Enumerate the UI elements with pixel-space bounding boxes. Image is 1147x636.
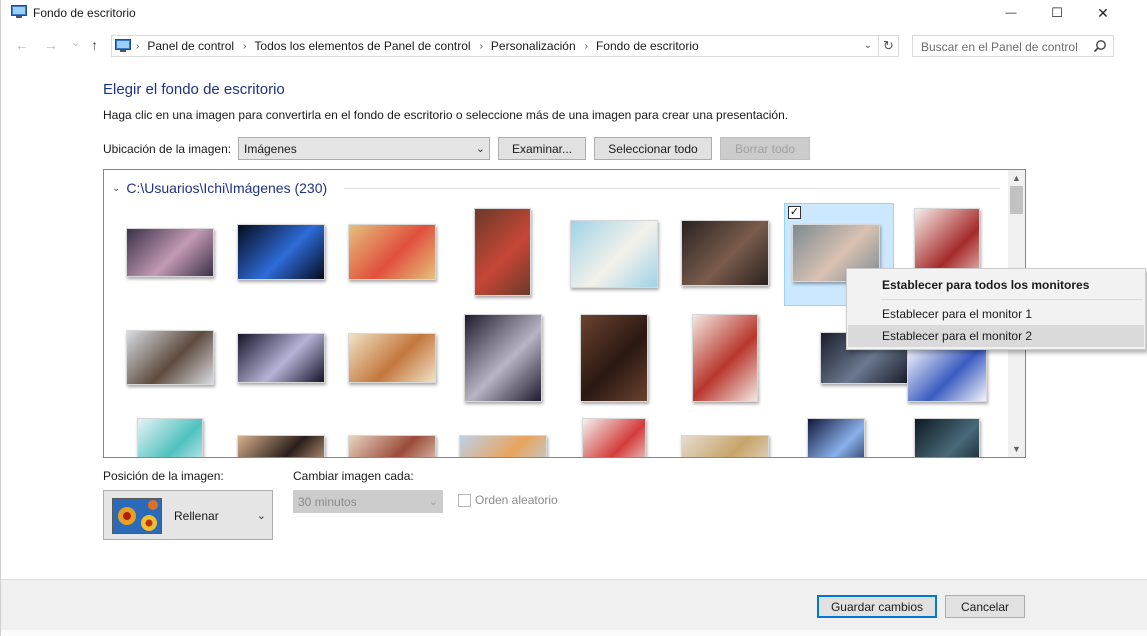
checkmark-icon: ✓ bbox=[789, 206, 800, 218]
wallpaper-thumbnail[interactable] bbox=[807, 418, 865, 457]
search-box[interactable]: Buscar en el Panel de control bbox=[912, 35, 1114, 57]
desktop-background-window: Fondo de escritorio — ☐ ✕ ← → ⌄ ↑ › Pane… bbox=[0, 0, 1147, 636]
breadcrumb-item[interactable]: Panel de control bbox=[147, 39, 234, 53]
title-bar: Fondo de escritorio — ☐ ✕ bbox=[1, 0, 1147, 26]
location-select[interactable]: Imágenes ⌄ bbox=[238, 137, 490, 160]
wallpaper-thumbnail[interactable] bbox=[237, 224, 325, 280]
breadcrumb-item[interactable]: Fondo de escritorio bbox=[596, 39, 699, 53]
recent-locations-button[interactable]: ⌄ bbox=[71, 36, 80, 49]
address-dropdown-button[interactable]: ⌄ bbox=[860, 38, 876, 54]
shuffle-label: Orden aleatorio bbox=[475, 493, 558, 507]
chevron-down-icon: ⌄ bbox=[475, 143, 485, 155]
up-button[interactable]: ↑ bbox=[91, 37, 98, 53]
close-icon: ✕ bbox=[1097, 4, 1109, 21]
context-menu: Establecer para todos los monitores Esta… bbox=[846, 268, 1146, 350]
chevron-down-icon: ⌄ bbox=[428, 496, 438, 508]
control-panel-icon bbox=[115, 39, 131, 53]
wallpaper-thumbnail[interactable] bbox=[126, 330, 214, 385]
scroll-down-icon[interactable]: ▼ bbox=[1008, 441, 1025, 457]
menu-separator bbox=[881, 299, 1143, 300]
minimize-button[interactable]: — bbox=[988, 0, 1034, 26]
window-bottom-edge bbox=[1, 630, 1147, 636]
position-label: Posición de la imagen: bbox=[103, 469, 224, 483]
interval-label: Cambiar imagen cada: bbox=[293, 469, 414, 483]
wallpaper-thumbnail[interactable] bbox=[692, 314, 758, 402]
group-title: C:\Usuarios\Ichi\Imágenes (230) bbox=[126, 180, 328, 196]
breadcrumb: › Panel de control › Todos los elementos… bbox=[136, 39, 699, 53]
browse-button[interactable]: Examinar... bbox=[498, 137, 586, 160]
wallpaper-thumbnail[interactable] bbox=[348, 224, 436, 280]
menu-item-all-monitors[interactable]: Establecer para todos los monitores bbox=[848, 274, 1144, 296]
group-divider bbox=[344, 188, 1000, 189]
wallpaper-thumbnail[interactable] bbox=[137, 418, 203, 457]
cancel-button[interactable]: Cancelar bbox=[945, 595, 1025, 618]
chevron-down-icon: ⌄ bbox=[112, 182, 121, 194]
chevron-down-icon: ⌄ bbox=[863, 40, 873, 51]
page-description: Haga clic en una imagen para convertirla… bbox=[103, 108, 789, 122]
menu-item-monitor-1[interactable]: Establecer para el monitor 1 bbox=[848, 303, 1144, 325]
forward-button[interactable]: → bbox=[44, 37, 58, 53]
breadcrumb-separator-icon[interactable]: › bbox=[243, 41, 246, 52]
position-value: Rellenar bbox=[174, 509, 219, 523]
save-changes-button[interactable]: Guardar cambios bbox=[817, 595, 937, 618]
scrollbar-thumb[interactable] bbox=[1010, 186, 1023, 214]
breadcrumb-item[interactable]: Todos los elementos de Panel de control bbox=[254, 39, 470, 53]
chevron-down-icon: ⌄ bbox=[256, 510, 266, 522]
thumbnail-checkbox[interactable]: ✓ bbox=[788, 206, 801, 219]
wallpaper-thumbnail[interactable] bbox=[474, 208, 531, 296]
back-button[interactable]: ← bbox=[15, 37, 29, 53]
search-input[interactable]: Buscar en el Panel de control bbox=[921, 40, 1078, 54]
search-icon[interactable] bbox=[1093, 39, 1107, 53]
wallpaper-thumbnail[interactable] bbox=[126, 228, 214, 277]
refresh-button[interactable]: ↻ bbox=[879, 35, 899, 57]
group-header[interactable]: ⌄ C:\Usuarios\Ichi\Imágenes (230) bbox=[112, 180, 327, 196]
wallpaper-thumbnail[interactable] bbox=[681, 435, 769, 457]
shuffle-checkbox[interactable] bbox=[458, 494, 471, 507]
forward-arrow-icon: → bbox=[44, 37, 58, 53]
select-all-button[interactable]: Seleccionar todo bbox=[594, 137, 712, 160]
location-label: Ubicación de la imagen: bbox=[103, 142, 232, 156]
navigation-bar: ← → ⌄ ↑ › Panel de control › Todos los e… bbox=[1, 32, 1147, 60]
menu-item-monitor-2[interactable]: Establecer para el monitor 2 bbox=[848, 325, 1144, 347]
location-value: Imágenes bbox=[244, 142, 297, 156]
refresh-icon: ↻ bbox=[883, 38, 894, 53]
chevron-down-icon: ⌄ bbox=[71, 37, 81, 49]
wallpaper-thumbnail[interactable] bbox=[459, 435, 547, 457]
wallpaper-thumbnail[interactable] bbox=[582, 418, 646, 457]
position-select[interactable]: Rellenar ⌄ bbox=[103, 490, 273, 540]
wallpaper-thumbnail[interactable] bbox=[914, 418, 980, 457]
interval-value: 30 minutos bbox=[298, 495, 357, 509]
scroll-up-icon[interactable]: ▲ bbox=[1008, 170, 1025, 186]
back-arrow-icon: ← bbox=[15, 37, 29, 53]
wallpaper-thumbnail[interactable] bbox=[907, 348, 987, 402]
wallpaper-thumbnail[interactable] bbox=[348, 435, 436, 457]
close-button[interactable]: ✕ bbox=[1080, 0, 1126, 26]
wallpaper-thumbnail[interactable] bbox=[348, 333, 436, 383]
wallpaper-thumbnail[interactable] bbox=[681, 220, 769, 286]
minimize-icon: — bbox=[1005, 7, 1017, 19]
address-bar[interactable]: › Panel de control › Todos los elementos… bbox=[111, 35, 879, 57]
breadcrumb-item[interactable]: Personalización bbox=[491, 39, 576, 53]
maximize-icon: ☐ bbox=[1051, 5, 1063, 20]
interval-select[interactable]: 30 minutos ⌄ bbox=[293, 490, 443, 513]
clear-all-button[interactable]: Borrar todo bbox=[720, 137, 810, 160]
wallpaper-thumbnail[interactable] bbox=[464, 314, 542, 402]
breadcrumb-separator-icon[interactable]: › bbox=[136, 41, 139, 52]
wallpaper-thumbnail[interactable] bbox=[237, 333, 325, 383]
breadcrumb-separator-icon[interactable]: › bbox=[585, 41, 588, 52]
wallpaper-thumbnail[interactable] bbox=[570, 220, 658, 288]
page-title: Elegir el fondo de escritorio bbox=[103, 81, 285, 98]
maximize-button[interactable]: ☐ bbox=[1034, 0, 1080, 26]
window-title: Fondo de escritorio bbox=[33, 6, 136, 20]
control-panel-icon bbox=[11, 5, 27, 19]
wallpaper-thumbnail[interactable] bbox=[580, 314, 648, 402]
wallpaper-thumbnail[interactable] bbox=[237, 435, 325, 457]
up-arrow-icon: ↑ bbox=[91, 37, 98, 53]
footer-bar: Guardar cambios Cancelar bbox=[1, 579, 1147, 636]
position-preview-image bbox=[112, 498, 162, 534]
breadcrumb-separator-icon[interactable]: › bbox=[480, 41, 483, 52]
